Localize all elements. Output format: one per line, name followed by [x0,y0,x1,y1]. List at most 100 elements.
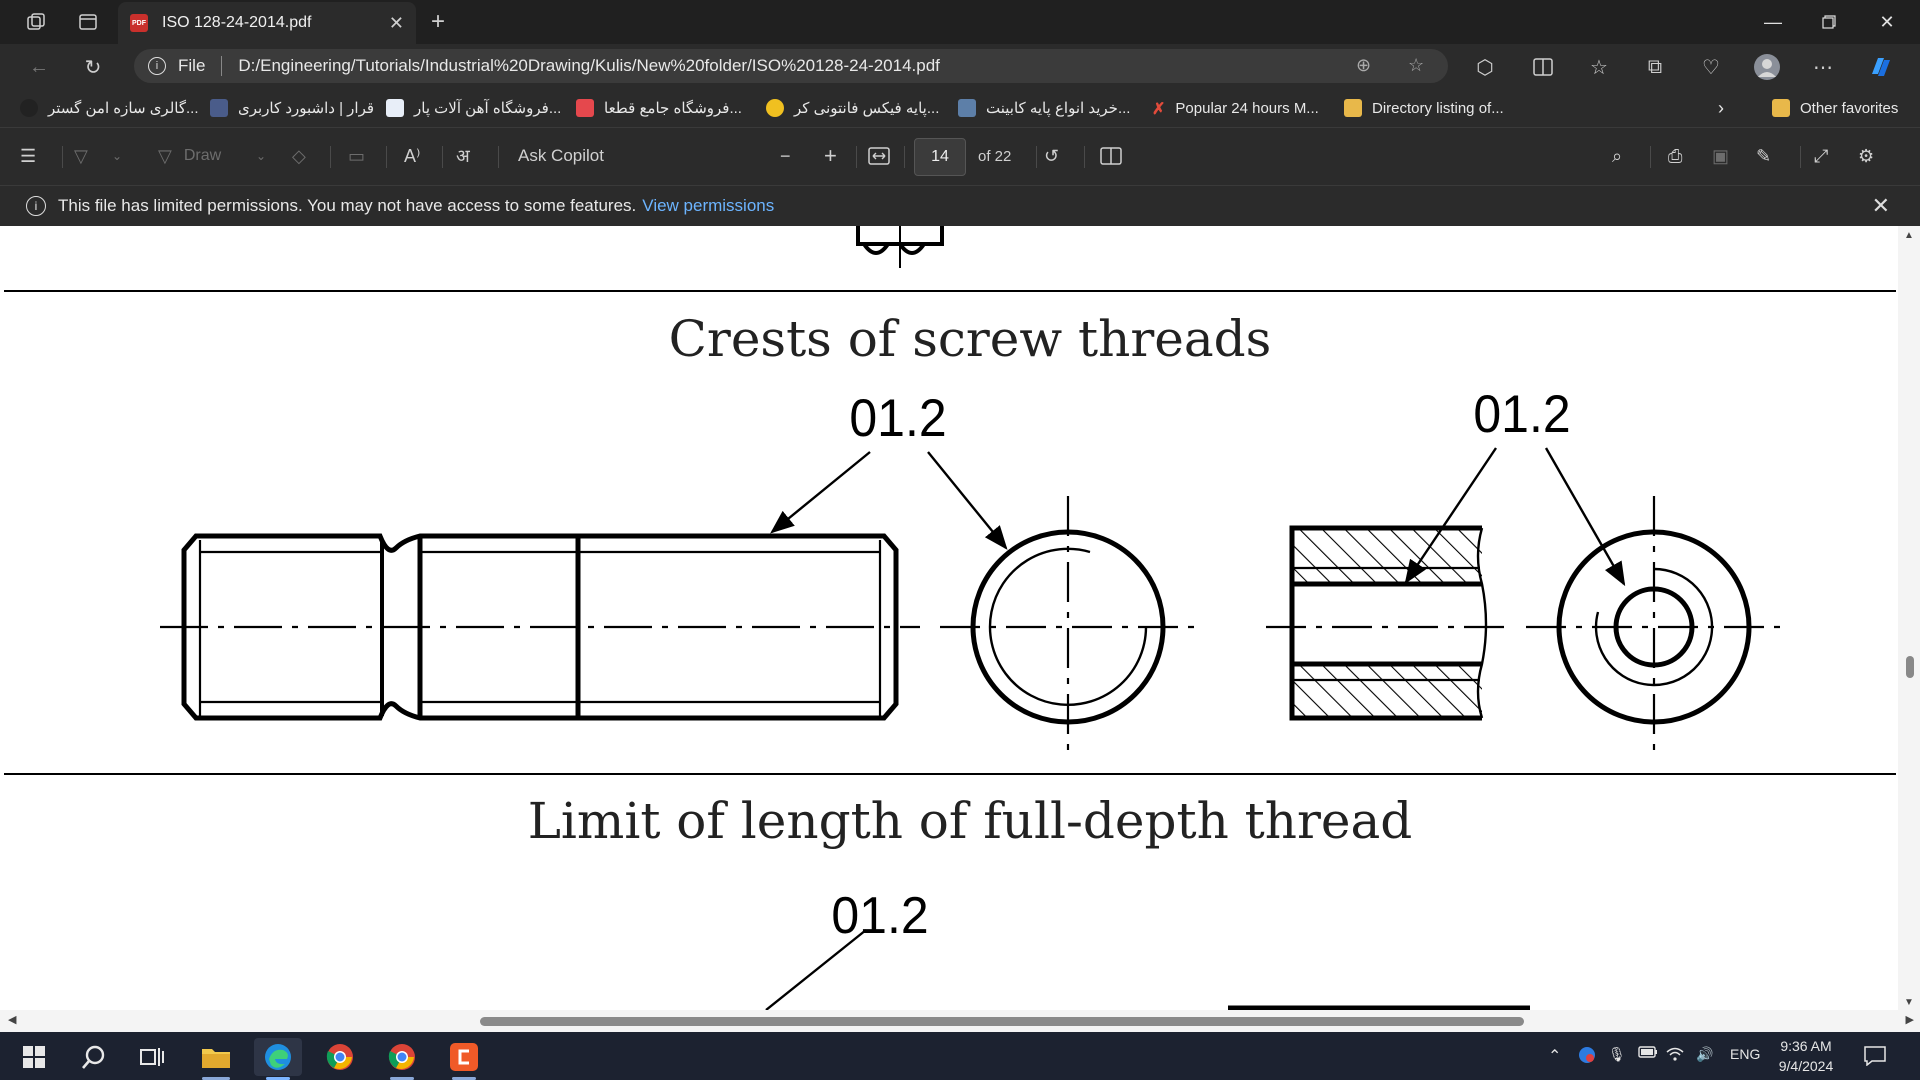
bookmark-item[interactable]: Directory listing of... [1344,97,1504,119]
page-view-icon[interactable] [1100,142,1122,170]
pdf-page-view[interactable]: Crests of screw threads 01.2 01.2 Limit … [0,226,1920,1010]
address-bar[interactable]: i File D:/Engineering/Tutorials/Industri… [134,49,1448,83]
zoom-icon[interactable]: ⊕ [1356,55,1371,76]
add-text-icon[interactable]: ▭ [348,142,365,170]
more-bookmarks-chevron-icon[interactable]: › [1718,97,1724,119]
bookmark-item[interactable]: پایه فیکس فانتونی کر... [766,97,939,119]
zoom-in-icon[interactable]: + [824,142,837,170]
scroll-down-icon[interactable]: ▼ [1904,997,1914,1008]
drawing-canvas: Crests of screw threads 01.2 01.2 Limit … [4,226,1896,1010]
highlight-dropdown-icon[interactable]: ⌄ [112,142,122,170]
clock[interactable]: 9:36 AM 9/4/2024 [1778,1036,1834,1076]
browser-tab-active[interactable]: PDF ISO 128-24-2014.pdf ✕ [118,2,416,44]
bookmark-item[interactable]: فروشگاه جامع قطعا... [576,97,742,119]
bookmark-item[interactable]: خرید انواع پایه کابینت... [958,97,1130,119]
rotate-icon[interactable]: ↺ [1044,142,1059,170]
scroll-left-icon[interactable]: ◀ [8,1013,16,1026]
scroll-right-icon[interactable]: ▶ [1906,1013,1914,1026]
pdf-toolbar: ☰ ▽ ⌄ ▽ Draw ⌄ ◇ ▭ A⁾ अ Ask Copilot − + … [0,128,1920,185]
view-permissions-link[interactable]: View permissions [642,196,774,216]
fit-to-width-icon[interactable] [868,142,890,170]
ask-copilot-button[interactable]: Ask Copilot [518,142,604,170]
zoom-out-icon[interactable]: − [780,142,791,170]
app-tray-icon[interactable] [1578,1046,1596,1064]
print-icon[interactable]: ⎙ [1668,142,1682,170]
divider [62,146,63,168]
clock-time: 9:36 AM [1780,1038,1832,1054]
task-view-icon[interactable] [128,1038,176,1076]
dimension-label: 01.2 [831,886,928,944]
horizontal-scroll-thumb[interactable] [480,1017,1524,1026]
more-options-icon[interactable]: ⋯ [1808,52,1838,82]
notifications-icon[interactable] [1864,1046,1886,1066]
translate-icon[interactable]: अ [456,142,470,170]
horizontal-scrollbar[interactable]: ◀ ▶ [0,1010,1920,1032]
other-favorites[interactable]: Other favorites [1772,97,1898,119]
close-window-icon[interactable]: ✕ [1860,0,1914,44]
contents-icon[interactable]: ☰ [20,142,36,170]
copilot-icon[interactable] [1866,52,1896,82]
pdf-icon: PDF [130,14,148,32]
bookmark-label: Popular 24 hours M... [1175,99,1319,117]
highlight-icon[interactable]: ▽ [74,142,88,170]
new-tab-icon[interactable]: + [424,8,452,36]
collections-icon[interactable]: ⧉ [1640,52,1670,82]
bookmark-item[interactable]: قرار | داشبورد کاربری [210,97,374,119]
divider [904,146,905,168]
file-explorer-icon[interactable] [192,1038,240,1080]
bookmark-item[interactable]: فروشگاه آهن آلات پار... [386,97,561,119]
vertical-scroll-thumb[interactable] [1906,656,1914,678]
vertical-scrollbar[interactable]: ▲ ▼ [1898,226,1920,1010]
browser-essentials-icon[interactable]: ♡ [1696,52,1726,82]
bookmark-item[interactable]: گالری سازه امن گستر... [20,97,199,119]
volume-icon[interactable]: 🔊 [1696,1046,1713,1063]
leader-line [770,451,871,534]
settings-gear-icon[interactable]: ⚙ [1858,142,1874,170]
tab-actions-icon[interactable] [74,8,102,36]
draw-button[interactable]: ▽ Draw [158,142,221,170]
close-tab-icon[interactable]: ✕ [389,13,404,34]
restore-icon[interactable] [1802,0,1856,44]
bookmark-label: خرید انواع پایه کابینت... [986,100,1131,117]
info-icon[interactable]: i [148,57,166,75]
read-aloud-icon[interactable]: A⁾ [404,142,420,170]
url-separator [221,56,223,76]
close-banner-icon[interactable]: ✕ [1872,193,1890,219]
profile-avatar[interactable] [1752,52,1782,82]
page-total: of 22 [978,147,1012,165]
screen-recorder-icon[interactable] [440,1038,488,1080]
minimize-icon[interactable]: — [1746,0,1800,44]
refresh-icon[interactable]: ↻ [78,52,108,82]
show-hidden-icons-chevron-icon[interactable]: ⌃ [1548,1046,1561,1066]
back-icon[interactable]: ← [24,52,54,82]
wifi-icon[interactable] [1666,1046,1684,1062]
favorites-icon[interactable]: ☆ [1584,52,1614,82]
start-windows-icon[interactable] [10,1038,58,1076]
workspaces-icon[interactable] [22,8,50,36]
url-text[interactable]: D:/Engineering/Tutorials/Industrial%20Dr… [238,56,939,76]
split-screen-icon[interactable] [1528,52,1558,82]
bookmark-label: قرار | داشبورد کاربری [238,100,375,117]
search-icon[interactable] [70,1038,118,1076]
scroll-up-icon[interactable]: ▲ [1904,230,1914,241]
divider [442,146,443,168]
fullscreen-icon[interactable]: ⤢ [1814,142,1828,170]
save-as-icon[interactable]: ✎ [1756,142,1771,170]
page-number-input[interactable]: 14 [914,138,966,176]
search-icon[interactable]: ⌕ [1612,142,1622,170]
battery-icon[interactable] [1638,1046,1658,1058]
edge-browser-icon[interactable] [254,1038,302,1080]
site-icon [386,99,404,117]
erase-icon[interactable]: ◇ [292,142,306,170]
internal-thread-section-view [1289,525,1488,721]
extensions-icon[interactable]: ⬡ [1470,52,1500,82]
language-indicator[interactable]: ENG [1730,1046,1760,1062]
bookmark-item[interactable]: ✗ Popular 24 hours M... [1152,97,1319,119]
microphone-icon[interactable]: 🎙 [1608,1046,1626,1063]
favorite-star-icon[interactable]: ☆ [1408,55,1424,76]
chrome-icon[interactable] [316,1038,364,1076]
save-icon[interactable]: ▣ [1712,142,1729,170]
previous-figure-remnant [856,226,944,268]
draw-dropdown-icon[interactable]: ⌄ [256,142,266,170]
chrome-profile-icon[interactable] [378,1038,426,1080]
